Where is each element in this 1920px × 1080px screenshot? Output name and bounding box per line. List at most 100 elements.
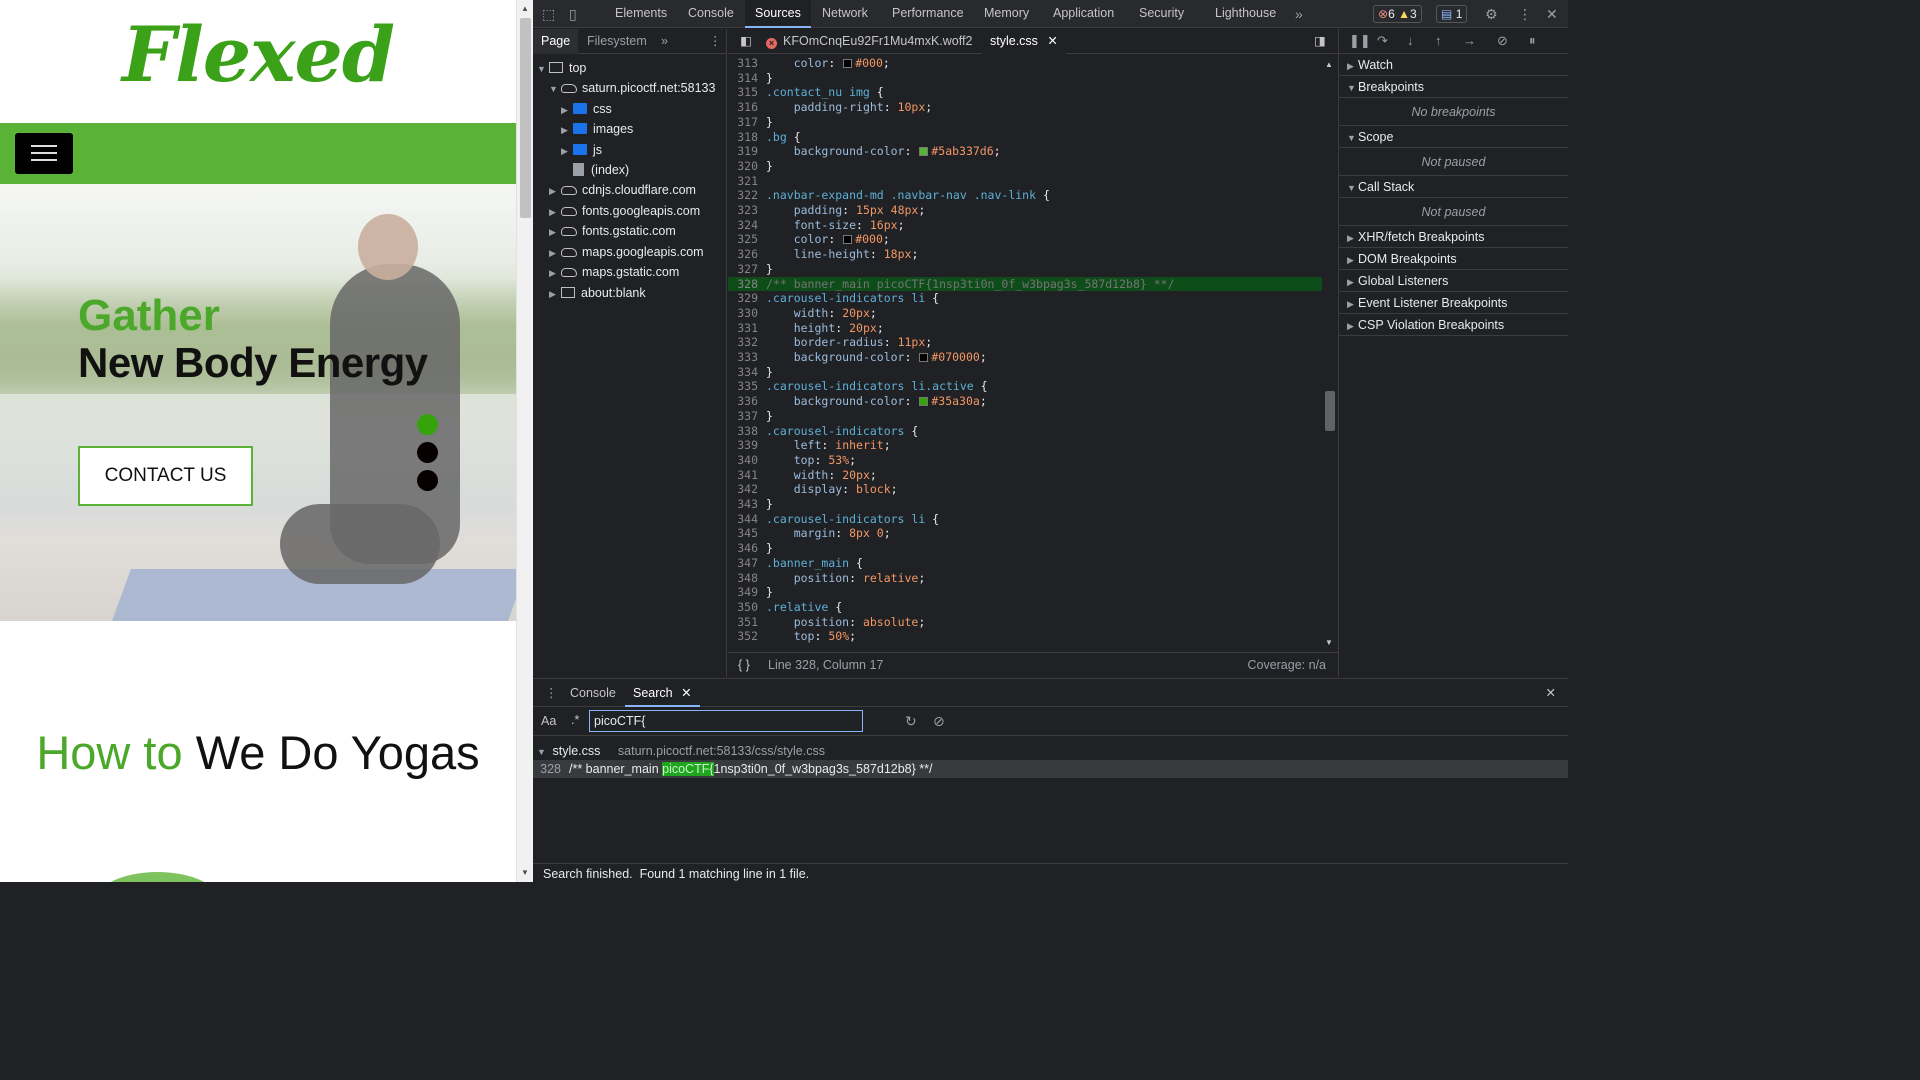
step-icon[interactable]: → — [1463, 33, 1476, 48]
tree-item-images[interactable]: ▶ images — [561, 119, 633, 139]
search-result-line[interactable]: 328 /** banner_main picoCTF{1nsp3ti0n_0f_… — [533, 760, 1568, 778]
line-number[interactable]: 323 — [728, 203, 766, 218]
line-number[interactable]: 334 — [728, 365, 766, 380]
tree-item-index[interactable]: (index) — [573, 160, 629, 180]
line-number[interactable]: 339 — [728, 438, 766, 453]
tree-item-maps-gstatic[interactable]: ▶ maps.gstatic.com — [549, 262, 679, 282]
code-line[interactable]: 338 .carousel-indicators { — [728, 424, 1322, 439]
line-number[interactable]: 348 — [728, 571, 766, 586]
tree-item-saturn[interactable]: ▼ saturn.picoctf.net:58133 — [549, 78, 715, 98]
tab-console[interactable]: Console — [678, 0, 744, 28]
tree-item-fonts-gstatic[interactable]: ▶ fonts.gstatic.com — [549, 221, 676, 241]
tree-item-css[interactable]: ▶ css — [561, 99, 612, 119]
line-number[interactable]: 329 — [728, 291, 766, 306]
carousel-indicator[interactable] — [417, 470, 438, 491]
tab-elements[interactable]: Elements — [605, 0, 677, 28]
step-over-icon[interactable]: ↷ — [1377, 33, 1388, 49]
code-line[interactable]: 313 color: #000; — [728, 56, 1322, 71]
code-line[interactable]: 348 position: relative; — [728, 571, 1322, 586]
tab-application[interactable]: Application — [1043, 0, 1124, 28]
code-line[interactable]: 321 — [728, 174, 1322, 189]
regex-toggle[interactable]: .* — [571, 713, 579, 727]
tab-lighthouse[interactable]: Lighthouse — [1205, 0, 1286, 28]
code-line[interactable]: 344 .carousel-indicators li { — [728, 512, 1322, 527]
code-line-highlighted[interactable]: 328/** banner_main picoCTF{1nsp3ti0n_0f_… — [728, 276, 1322, 292]
color-swatch-icon[interactable] — [919, 397, 929, 407]
line-number[interactable]: 316 — [728, 100, 766, 115]
editor-scrollbar-thumb[interactable] — [1325, 391, 1335, 431]
line-number[interactable]: 338 — [728, 424, 766, 439]
code-line[interactable]: 320} — [728, 159, 1322, 174]
pause-icon[interactable]: ❚❚ — [1349, 33, 1371, 49]
code-line[interactable]: 317} — [728, 115, 1322, 130]
color-swatch-icon[interactable] — [919, 147, 929, 157]
code-line[interactable]: 341 width: 20px; — [728, 468, 1322, 483]
line-number[interactable]: 313 — [728, 56, 766, 71]
carousel-indicator-active[interactable] — [417, 414, 438, 435]
scroll-up-icon[interactable]: ▲ — [521, 4, 529, 13]
line-number[interactable]: 319 — [728, 144, 766, 159]
contact-us-button[interactable]: CONTACT US — [78, 446, 253, 506]
tab-network[interactable]: Network — [812, 0, 878, 28]
deactivate-breakpoints-icon[interactable]: ⊘ — [1497, 33, 1508, 49]
line-number[interactable]: 331 — [728, 321, 766, 336]
messages-counter[interactable]: ▤ 1 — [1436, 5, 1468, 23]
code-line[interactable]: 331 height: 20px; — [728, 321, 1322, 336]
tab-memory[interactable]: Memory — [974, 0, 1039, 28]
line-number[interactable]: 315 — [728, 85, 766, 100]
debugger-pane-header[interactable]: ▼ Breakpoints — [1339, 76, 1568, 98]
code-line[interactable]: 330 width: 20px; — [728, 306, 1322, 321]
editor-tab-style-css[interactable]: style.css ✕ — [982, 29, 1066, 54]
step-out-icon[interactable]: ↑ — [1435, 33, 1442, 48]
code-view[interactable]: 313 color: #000; 314} 315 .contact_nu img {… — [728, 56, 1322, 651]
toggle-navigator-icon[interactable]: ◧ — [732, 29, 760, 54]
code-line[interactable]: 314} — [728, 71, 1322, 86]
code-line[interactable]: 329 .carousel-indicators li { — [728, 291, 1322, 306]
code-line[interactable]: 326 line-height: 18px; — [728, 247, 1322, 262]
code-line[interactable]: 336 background-color: #35a30a; — [728, 394, 1322, 409]
color-swatch-icon[interactable] — [919, 353, 929, 362]
line-number[interactable]: 322 — [728, 188, 766, 203]
tab-performance[interactable]: Performance — [882, 0, 974, 28]
code-line[interactable]: 327} — [728, 262, 1322, 277]
pretty-print-icon[interactable]: { } — [738, 653, 750, 677]
code-line[interactable]: 352 top: 50%; — [728, 629, 1322, 644]
hamburger-menu-button[interactable] — [15, 133, 73, 174]
line-number[interactable]: 327 — [728, 262, 766, 277]
code-line[interactable]: 351 position: absolute; — [728, 615, 1322, 630]
color-swatch-icon[interactable] — [843, 59, 853, 68]
debugger-pane-header[interactable]: ▶ Event Listener Breakpoints — [1339, 292, 1568, 314]
line-number[interactable]: 330 — [728, 306, 766, 321]
scroll-up-icon[interactable]: ▲ — [1325, 60, 1333, 69]
code-line[interactable]: 324 font-size: 16px; — [728, 218, 1322, 233]
step-into-icon[interactable]: ↓ — [1407, 33, 1414, 48]
clear-icon[interactable]: ⊘ — [933, 713, 945, 730]
debugger-pane-header[interactable]: ▼ Call Stack — [1339, 176, 1568, 198]
tree-item-cdnjs[interactable]: ▶ cdnjs.cloudflare.com — [549, 180, 696, 200]
line-number[interactable]: 346 — [728, 541, 766, 556]
tree-item-about-blank[interactable]: ▶ about:blank — [549, 283, 646, 303]
drawer-tab-search[interactable]: Search ✕ — [625, 679, 700, 707]
code-line[interactable]: 335 .carousel-indicators li.active { — [728, 379, 1322, 394]
line-number[interactable]: 350 — [728, 600, 766, 615]
tree-item-fonts-googleapis[interactable]: ▶ fonts.googleapis.com — [549, 201, 700, 221]
line-number[interactable]: 324 — [728, 218, 766, 233]
code-line[interactable]: 349} — [728, 585, 1322, 600]
search-result-file[interactable]: ▼ style.css saturn.picoctf.net:58133/css… — [537, 742, 825, 760]
device-toolbar-icon[interactable]: ▯ — [569, 6, 577, 23]
debugger-pane-header[interactable]: ▶ DOM Breakpoints — [1339, 248, 1568, 270]
debugger-pane-header[interactable]: ▶ Global Listeners — [1339, 270, 1568, 292]
close-icon[interactable]: ✕ — [1546, 6, 1558, 23]
debugger-pane-header[interactable]: ▶ XHR/fetch Breakpoints — [1339, 226, 1568, 248]
code-line[interactable]: 318 .bg { — [728, 130, 1322, 145]
tab-filesystem[interactable]: Filesystem — [579, 29, 655, 54]
drawer-tab-console[interactable]: Console — [562, 679, 624, 707]
line-number[interactable]: 342 — [728, 482, 766, 497]
code-line[interactable]: 342 display: block; — [728, 482, 1322, 497]
tab-sources[interactable]: Sources — [745, 0, 811, 28]
line-number[interactable]: 321 — [728, 174, 766, 189]
toggle-debugger-icon[interactable]: ◨ — [1306, 29, 1334, 54]
carousel-indicator[interactable] — [417, 442, 438, 463]
line-number[interactable]: 320 — [728, 159, 766, 174]
code-line[interactable]: 333 background-color: #070000; — [728, 350, 1322, 365]
